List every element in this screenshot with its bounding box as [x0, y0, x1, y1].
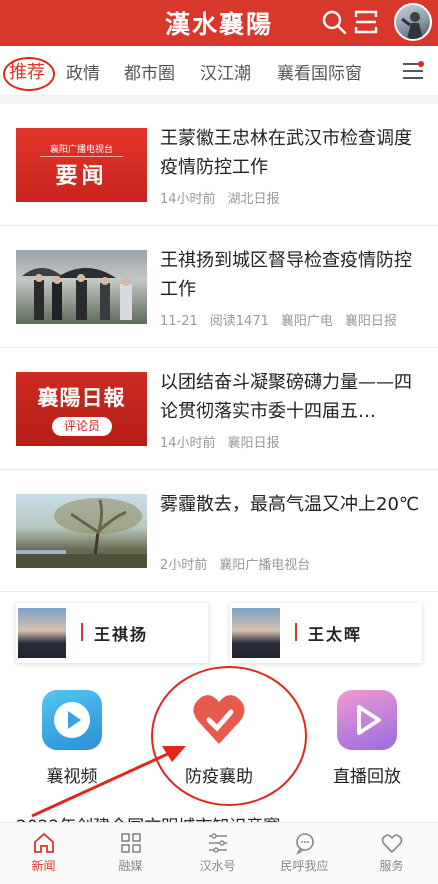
- annotation-circle-feature: [151, 666, 307, 806]
- news-thumbnail: 襄陽日報 评论员: [16, 372, 147, 446]
- leader-photo: [232, 608, 280, 658]
- feature-label-video[interactable]: 襄视频: [17, 762, 127, 787]
- news-item[interactable]: 襄陽日報 评论员 以团结奋斗凝聚磅礴力量——四论贯彻落实市委十四届五… 14小时…: [0, 348, 438, 470]
- news-title[interactable]: 雾霾散去，最高气温又冲上20℃: [160, 490, 422, 519]
- bottom-nav: 新闻 融媒 汉水号 民呼我应 服务: [0, 822, 438, 884]
- news-date: 11-21: [160, 314, 198, 329]
- accent-bar: [81, 623, 83, 641]
- thumb-divider: [40, 156, 123, 157]
- play-icon[interactable]: [42, 690, 102, 750]
- nav-label: 新闻: [31, 859, 56, 873]
- grid-icon: [121, 833, 141, 853]
- news-title[interactable]: 王祺扬到城区督导检查疫情防控工作: [160, 246, 422, 304]
- tab-hanjiang[interactable]: 汉江潮: [200, 59, 251, 84]
- tab-metro[interactable]: 都市圈: [124, 59, 175, 84]
- news-thumbnail: [16, 494, 147, 568]
- news-reads: 阅读1471: [209, 314, 269, 329]
- news-time: 14小时前: [160, 436, 216, 451]
- news-item[interactable]: 襄阳广播电视台 要闻 王蒙徽王忠林在武汉市检查调度疫情防控工作 14小时前 湖北日…: [0, 104, 438, 226]
- feature-label-replay[interactable]: 直播回放: [312, 762, 422, 787]
- news-title[interactable]: 王蒙徽王忠林在武汉市检查调度疫情防控工作: [160, 124, 422, 182]
- tab-international[interactable]: 襄看国际窗: [277, 59, 362, 84]
- category-tabs: 推荐 政情 都市圈 汉江潮 襄看国际窗: [0, 46, 438, 96]
- replay-icon[interactable]: [337, 690, 397, 750]
- app-screen: 漢水襄陽 推荐 政情 都市圈 汉江潮 襄看国际窗 襄阳广播电视台 要闻 王蒙徽王…: [0, 0, 438, 884]
- leader-photo: [18, 608, 66, 658]
- news-source: 襄阳日报: [344, 314, 397, 329]
- news-time: 2小时前: [160, 558, 208, 573]
- nav-label: 服务: [379, 859, 404, 873]
- thumb-caption: 襄阳广播电视台: [49, 145, 113, 155]
- nav-news[interactable]: 新闻: [0, 823, 87, 884]
- home-icon: [34, 832, 54, 853]
- news-item[interactable]: 雾霾散去，最高气温又冲上20℃ 2小时前 襄阳广播电视台: [0, 470, 438, 592]
- search-icon[interactable]: [320, 8, 348, 36]
- nav-media[interactable]: 融媒: [87, 823, 174, 884]
- annotation-circle-tab: [3, 57, 55, 91]
- news-source: 湖北日报: [227, 192, 280, 207]
- news-meta: 14小时前 湖北日报: [160, 188, 292, 207]
- thumb-badge: 评论员: [52, 417, 112, 436]
- scan-icon[interactable]: [352, 8, 380, 36]
- thumb-title: 襄陽日報: [37, 385, 126, 410]
- news-meta: 11-21 阅读1471 襄阳广电 襄阳日报: [160, 310, 409, 329]
- news-item[interactable]: 王祺扬到城区督导检查疫情防控工作 11-21 阅读1471 襄阳广电 襄阳日报: [0, 226, 438, 348]
- nav-label: 民呼我应: [280, 859, 329, 873]
- news-meta: 14小时前 襄阳日报: [160, 432, 292, 451]
- leader-name: 王太晖: [308, 625, 363, 644]
- user-avatar[interactable]: [394, 3, 432, 41]
- nav-hanshui[interactable]: 汉水号: [174, 823, 261, 884]
- list-icon: [209, 833, 227, 853]
- chat-icon: [296, 833, 314, 855]
- news-thumbnail: 襄阳广播电视台 要闻: [16, 128, 147, 202]
- nav-voice[interactable]: 民呼我应: [261, 823, 348, 884]
- thumb-title: 要闻: [55, 163, 108, 189]
- news-thumbnail: [16, 250, 147, 324]
- news-source: 襄阳日报: [227, 436, 280, 451]
- nav-label: 融媒: [118, 859, 143, 873]
- divider: [0, 96, 438, 104]
- news-source: 襄阳广电: [280, 314, 333, 329]
- heart-outline-icon: [381, 834, 403, 854]
- leader-card[interactable]: 王太晖: [230, 603, 422, 663]
- leader-name: 王祺扬: [94, 625, 149, 644]
- nav-service[interactable]: 服务: [348, 823, 435, 884]
- tab-politics[interactable]: 政情: [66, 59, 100, 84]
- nav-label: 汉水号: [199, 859, 236, 873]
- accent-bar: [295, 623, 297, 641]
- news-source: 襄阳广播电视台: [219, 558, 311, 573]
- notification-dot: [418, 61, 424, 67]
- news-title[interactable]: 以团结奋斗凝聚磅礴力量——四论贯彻落实市委十四届五…: [160, 368, 422, 426]
- leader-card[interactable]: 王祺扬: [16, 603, 208, 663]
- top-header: 漢水襄陽: [0, 0, 438, 46]
- news-time: 14小时前: [160, 192, 216, 207]
- news-meta: 2小时前 襄阳广播电视台: [160, 554, 322, 573]
